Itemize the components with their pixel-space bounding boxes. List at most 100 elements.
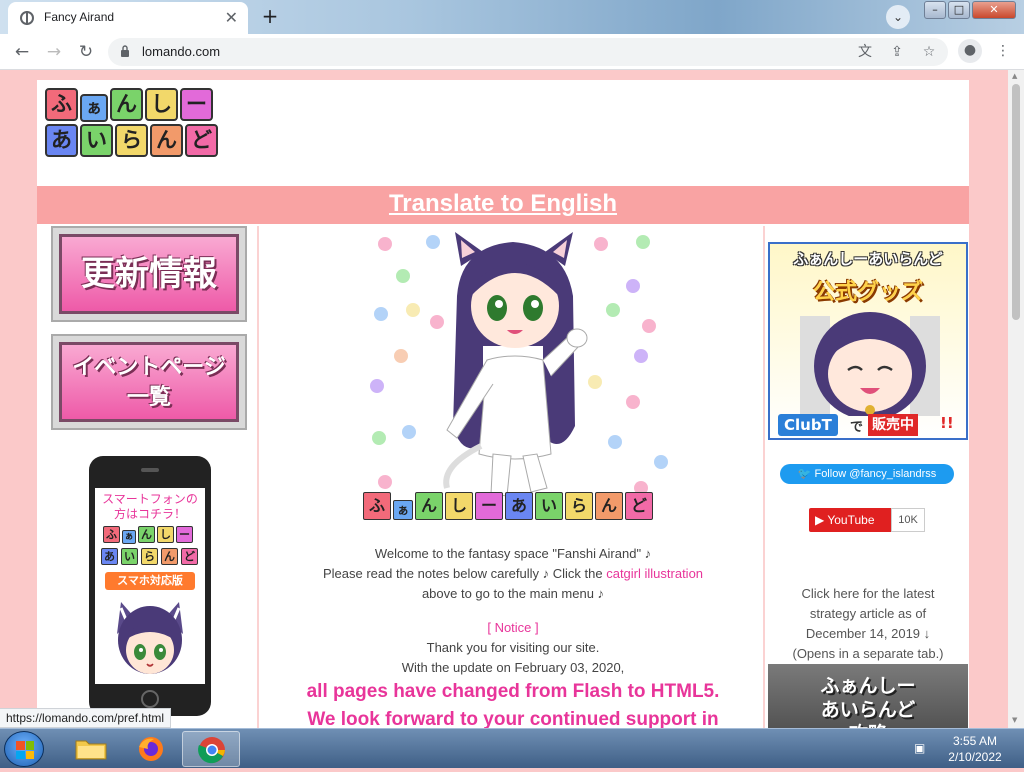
smartphone-version-link[interactable]: スマートフォンの 方はコチラ！ ふ ぁ ん し ー あ い ら ん ど スマホ対… xyxy=(89,456,211,716)
updates-button-label: 更新情報 xyxy=(59,234,239,314)
windows-taskbar: ▣ 3:55 AM 2/10/2022 xyxy=(0,728,1024,768)
address-bar[interactable]: lomando.com 文 ⇪ ☆ xyxy=(108,38,948,66)
strategy-line4: (Opens in a separate tab.) xyxy=(792,646,944,661)
goods-character-image xyxy=(800,312,940,416)
url-text: lomando.com xyxy=(142,44,221,59)
phone-logo-tile: ら xyxy=(141,548,158,565)
youtube-button[interactable]: ▶ YouTube xyxy=(809,508,891,532)
chrome-icon xyxy=(198,737,225,764)
left-sidebar: 更新情報 イベントページ 一覧 スマートフォンの 方はコチラ！ ふ ぁ ん し … xyxy=(37,226,259,728)
twitter-follow-button[interactable]: 🐦 Follow @fancy_islandrss xyxy=(780,464,954,484)
tab-search-button[interactable]: ⌄ xyxy=(886,5,910,29)
banner-tile: ら xyxy=(565,492,593,520)
globe-icon xyxy=(20,11,34,25)
logo-tile: ど xyxy=(185,124,218,157)
phone-logo-tile: ん xyxy=(161,548,178,565)
logo-tile: ふ xyxy=(45,88,78,121)
goods-title: ふぁんしーあいらんど xyxy=(793,250,943,268)
back-arrow-icon[interactable]: ← xyxy=(10,40,34,64)
firefox-taskbar-button[interactable] xyxy=(122,731,180,767)
phone-screen: スマートフォンの 方はコチラ！ ふ ぁ ん し ー あ い ら ん ど スマホ対… xyxy=(95,488,205,684)
page-container: ふ ぁ ん し ー あ い ら ん ど Translate to English… xyxy=(37,80,969,728)
notice-bracket-close: ] xyxy=(531,620,539,635)
notice-heading: [ Notice ] xyxy=(261,618,765,638)
catgirl-illustration-link[interactable]: catgirl illustration xyxy=(606,566,703,581)
site-logo[interactable]: ふ ぁ ん し ー あ い ら ん ど xyxy=(45,88,223,158)
welcome-line1: Welcome to the fantasy space "Fanshi Air… xyxy=(374,546,652,561)
strategy-article-banner[interactable]: ふぁんしー あいらんど 攻略 xyxy=(768,664,968,728)
goods-de: で xyxy=(850,420,864,435)
page-viewport: ふ ぁ ん し ー あ い ら ん ど Translate to English… xyxy=(0,70,1024,728)
forward-arrow-icon[interactable]: → xyxy=(42,40,66,64)
file-explorer-taskbar-button[interactable] xyxy=(62,731,120,767)
html5-announcement: all pages have changed from Flash to HTM… xyxy=(261,678,765,728)
menu-dots-icon[interactable]: ⋮ xyxy=(992,40,1014,62)
banner-tile: ど xyxy=(625,492,653,520)
phone-msg-line2: 方はコチラ！ xyxy=(113,507,186,521)
phone-home-button xyxy=(141,690,159,708)
notice-section: [ Notice ] Thank you for visiting our si… xyxy=(261,618,765,678)
maximize-button[interactable]: □ xyxy=(948,1,970,19)
windows-logo-icon xyxy=(16,741,34,759)
strategy-banner-text: ふぁんしー あいらんど 攻略 xyxy=(768,674,968,728)
official-goods-banner[interactable]: ふぁんしーあいらんど 公式グッズ ClubT で 販売中 !! xyxy=(768,242,968,440)
notice-bracket-open: [ xyxy=(487,620,495,635)
clock-date: 2/10/2022 xyxy=(948,750,1002,764)
phone-logo-tile: ー xyxy=(176,526,193,543)
twitter-bird-icon: 🐦 xyxy=(797,468,815,480)
system-clock[interactable]: 3:55 AM 2/10/2022 xyxy=(940,733,1010,765)
phone-logo-tile: ど xyxy=(181,548,198,565)
goods-exclamation: !! xyxy=(940,414,954,432)
profile-avatar-icon[interactable]: ● xyxy=(958,39,982,63)
banner-tile: し xyxy=(445,492,473,520)
notice-link[interactable]: Notice xyxy=(495,620,532,635)
logo-tile: ー xyxy=(180,88,213,121)
phone-logo-tile: ふ xyxy=(103,526,120,543)
youtube-subscribe[interactable]: ▶ YouTube 10K xyxy=(809,508,925,532)
update-text: With the update on February 03, 2020, xyxy=(401,660,625,675)
vertical-scrollbar[interactable]: ▲ ▼ xyxy=(1008,70,1024,728)
youtube-label: YouTube xyxy=(827,513,875,527)
main-content: ふ ぁ ん し ー あ い ら ん ど Welcome to the fanta… xyxy=(261,226,765,728)
reload-icon[interactable]: ↻ xyxy=(74,40,98,64)
phone-msg-line1: スマートフォンの xyxy=(102,492,198,506)
strategy-line2: strategy article as of xyxy=(809,606,927,621)
scrollbar-thumb[interactable] xyxy=(1012,84,1020,320)
scroll-up-arrow-icon[interactable]: ▲ xyxy=(1012,72,1017,80)
browser-tab-strip: Fancy Airand ✕ + ⌄ – □ ✕ xyxy=(0,0,1024,34)
event-list-button[interactable]: イベントページ 一覧 xyxy=(51,334,247,430)
close-tab-button[interactable]: ✕ xyxy=(225,8,238,27)
bookmark-star-icon[interactable]: ☆ xyxy=(918,41,940,63)
strategy-article-text: Click here for the latest strategy artic… xyxy=(767,584,969,664)
phone-logo-tile: あ xyxy=(101,548,118,565)
youtube-subscriber-count: 10K xyxy=(891,508,925,532)
banner-tile: あ xyxy=(505,492,533,520)
banner-tile: ぁ xyxy=(393,500,413,520)
event-button-line1: イベントページ xyxy=(72,355,226,380)
scroll-down-arrow-icon[interactable]: ▼ xyxy=(1012,716,1017,724)
phone-logo-tile: ぁ xyxy=(122,530,136,544)
welcome-line3: above to go to the main menu ♪ xyxy=(421,586,605,601)
close-window-button[interactable]: ✕ xyxy=(972,1,1016,19)
network-icon[interactable]: ▣ xyxy=(914,741,928,755)
start-button[interactable] xyxy=(4,731,44,767)
folder-icon xyxy=(75,740,107,760)
strategy-banner-line2: あいらんど xyxy=(820,699,916,721)
catgirl-illustration[interactable] xyxy=(261,226,765,526)
updates-button[interactable]: 更新情報 xyxy=(51,226,247,322)
chrome-taskbar-button[interactable] xyxy=(182,731,240,767)
clock-time: 3:55 AM xyxy=(952,734,998,748)
logo-tile: い xyxy=(80,124,113,157)
logo-banner: ふ ぁ ん し ー あ い ら ん ど xyxy=(363,492,663,522)
browser-toolbar: ← → ↻ lomando.com 文 ⇪ ☆ ● ⋮ xyxy=(0,34,1024,70)
strategy-line1: Click here for the latest xyxy=(801,586,935,601)
window-controls: – □ ✕ xyxy=(924,1,1016,21)
translate-link[interactable]: Translate to English xyxy=(37,190,969,218)
new-tab-button[interactable]: + xyxy=(258,6,282,28)
phone-message: スマートフォンの 方はコチラ！ xyxy=(95,492,205,522)
translate-icon[interactable]: 文 xyxy=(854,41,876,63)
youtube-play-icon: ▶ xyxy=(815,513,828,527)
browser-tab[interactable]: Fancy Airand ✕ xyxy=(8,2,248,34)
minimize-button[interactable]: – xyxy=(924,1,946,19)
share-icon[interactable]: ⇪ xyxy=(886,41,908,63)
